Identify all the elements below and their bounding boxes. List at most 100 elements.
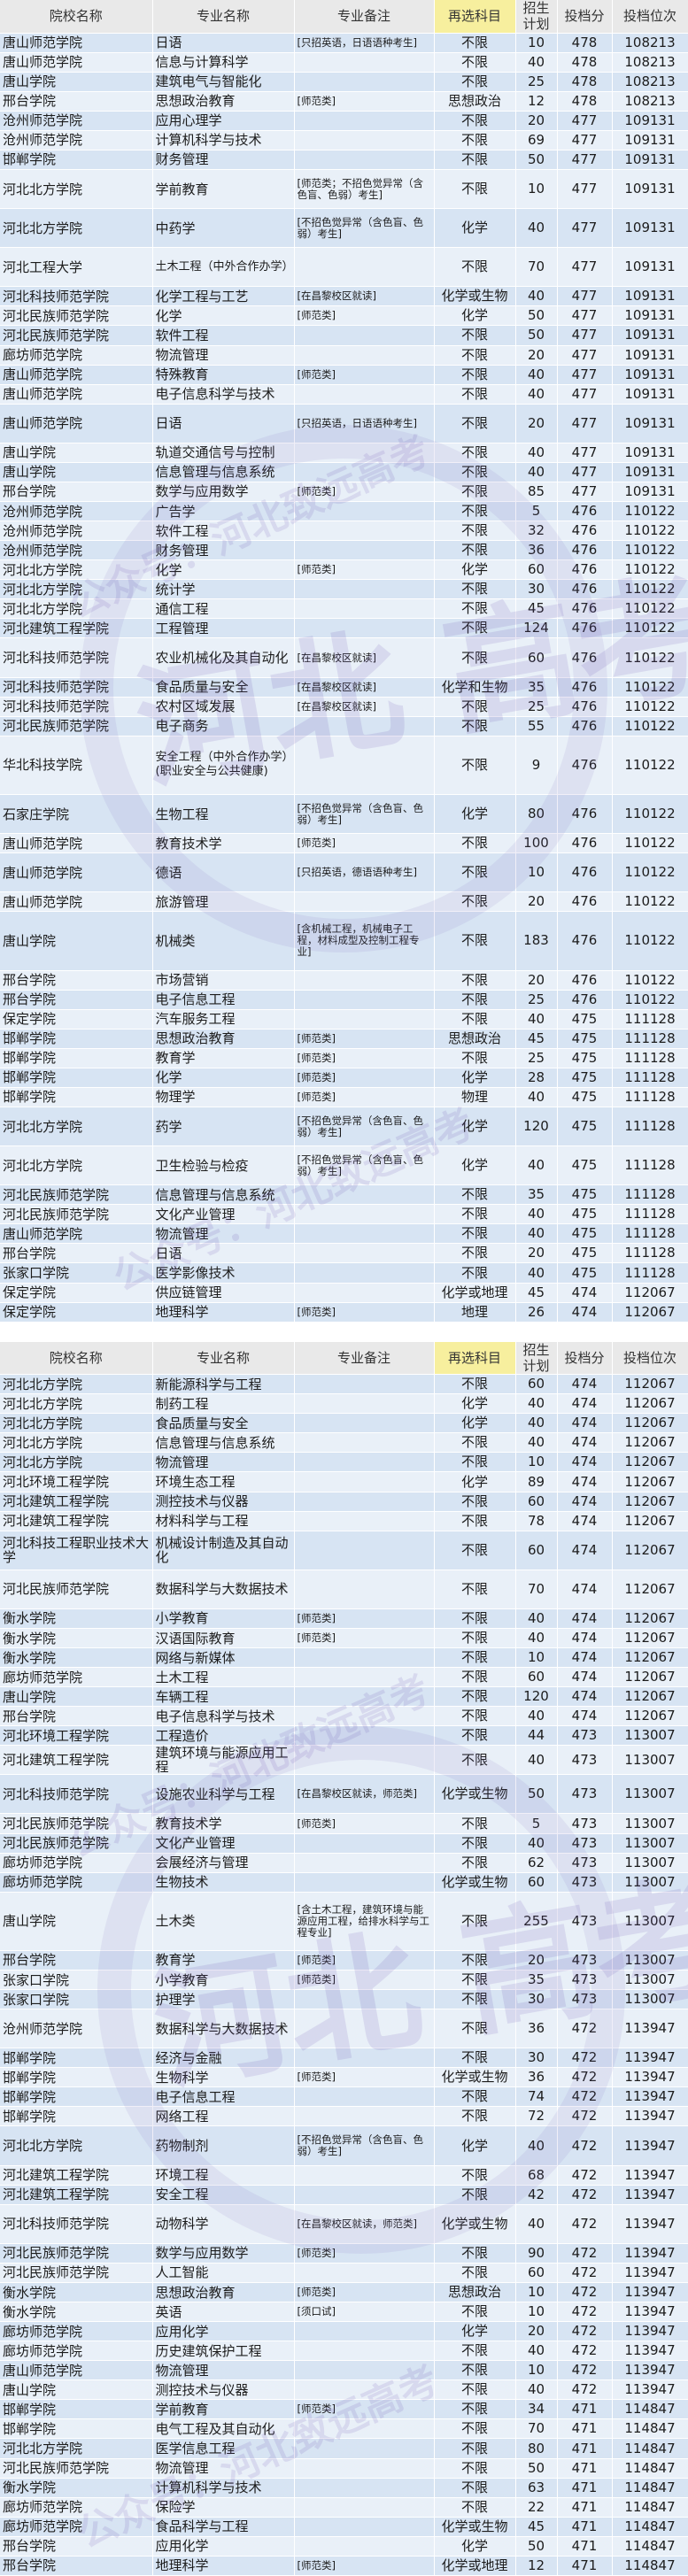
major-cell: 经济与金融 [152,2048,295,2069]
plan-cell: 40 [515,208,558,249]
table-row: 唐山师范学院 电子信息科学与技术 不限 40 477 109131 [0,384,688,405]
major-cell: 物流管理 [152,345,295,366]
note-cell [294,990,435,1010]
rank-cell: 109131 [612,305,688,327]
note-cell [294,247,435,288]
plan-cell: 34 [515,2399,558,2420]
major-cell: 应用化学 [152,2536,295,2557]
reselect-cell: 化学 [434,559,516,581]
reselect-cell: 化学 [434,1068,516,1088]
reselect-cell: 化学或生物 [434,2517,516,2537]
reselect-cell: 不限 [434,1628,516,1649]
major-cell: 保险学 [152,2497,295,2518]
plan-cell: 10 [515,852,558,893]
plan-cell: 78 [515,1511,558,1531]
school-cell: 邯郸学院 [0,2067,153,2088]
score-cell: 473 [557,1989,613,2010]
score-cell: 478 [557,72,613,92]
note-cell: [在昌黎校区就读] [294,637,435,678]
reselect-cell: 不限 [434,2478,516,2498]
reselect-cell: 化学 [434,2321,516,2342]
school-cell: 唐山学院 [0,2379,153,2401]
reselect-cell: 不限 [434,1511,516,1531]
reselect-cell: 思想政治 [434,91,516,112]
reselect-cell: 化学 [434,1145,516,1186]
score-cell: 474 [557,1452,613,1473]
rank-cell: 113007 [612,1989,688,2010]
plan-cell: 40 [515,1145,558,1186]
rank-cell: 110122 [612,618,688,639]
reselect-cell: 不限 [434,482,516,503]
rank-cell: 113947 [612,2379,688,2401]
school-cell: 河北北方学院 [0,579,153,600]
major-cell: 制药工程 [152,1393,295,1415]
score-cell: 476 [557,677,613,698]
score-cell: 471 [557,2556,613,2576]
reselect-cell: 不限 [434,1833,516,1854]
major-cell: 医学影像技术 [152,1262,295,1284]
plan-cell: 36 [515,2067,558,2088]
major-cell: 地理科学 [152,2556,295,2576]
rank-cell: 113947 [612,2125,688,2166]
rank-cell: 112067 [612,1686,688,1708]
major-cell: 安全工程（中外合作办学）(职业安全与公共健康) [152,736,295,795]
school-cell: 邢台学院 [0,2536,153,2557]
school-cell: 邢台学院 [0,1243,153,1264]
school-cell: 邢台学院 [0,1950,153,1971]
plan-cell: 50 [515,150,558,170]
major-cell: 农村区域发展 [152,697,295,717]
plan-cell: 40 [515,2204,558,2244]
major-cell: 电子信息工程 [152,990,295,1010]
major-cell: 工程造价 [152,1725,295,1747]
school-cell: 唐山师范学院 [0,52,153,73]
major-cell: 财务管理 [152,150,295,170]
rank-cell: 113947 [612,2243,688,2264]
reselect-cell: 化学或生物 [434,1774,516,1815]
table-row: 河北北方学院 新能源科学与工程 不限 60 474 112067 [0,1374,688,1395]
plan-cell: 60 [515,1531,558,1570]
score-cell: 477 [557,384,613,405]
header-note: 专业备注 [294,0,435,34]
major-cell: 思想政治教育 [152,2282,295,2303]
major-cell: 供应链管理 [152,1283,295,1303]
plan-cell: 120 [515,1686,558,1708]
school-cell: 保定学院 [0,1009,153,1030]
plan-cell: 35 [515,1184,558,1206]
major-cell: 化学 [152,305,295,327]
rank-cell: 114847 [612,2418,688,2440]
header-plan: 招生计划 [515,0,558,34]
reselect-cell: 不限 [434,1184,516,1206]
reselect-cell: 不限 [434,2086,516,2108]
table-row: 廊坊师范学院 会展经济与管理 不限 62 473 113007 [0,1853,688,1873]
rank-cell: 108213 [612,91,688,112]
score-cell: 476 [557,501,613,522]
note-cell [294,1262,435,1284]
plan-cell: 20 [515,1950,558,1971]
rank-cell: 113007 [612,1774,688,1815]
score-cell: 474 [557,1608,613,1629]
note-cell [294,501,435,522]
major-cell: 生物科学 [152,2067,295,2088]
major-cell: 卫生检验与检疫 [152,1145,295,1186]
note-cell: [师范类] [294,91,435,112]
major-cell: 食品科学与工程 [152,2517,295,2537]
plan-cell: 36 [515,2009,558,2049]
score-cell: 474 [557,1511,613,1531]
score-cell: 476 [557,716,613,737]
reselect-cell: 不限 [434,1686,516,1708]
table-row: 邯郸学院 化学 [师范类] 化学 28 475 111128 [0,1068,688,1088]
major-cell: 电子信息工程 [152,2086,295,2108]
school-cell: 邯郸学院 [0,1068,153,1088]
note-cell: [师范类] [294,305,435,327]
rank-cell: 113007 [612,1745,688,1776]
major-cell: 信息与计算科学 [152,52,295,73]
reselect-cell: 不限 [434,501,516,522]
plan-cell: 50 [515,1774,558,1815]
rank-cell: 114847 [612,2556,688,2576]
plan-cell: 22 [515,2497,558,2518]
rank-cell: 113007 [612,1872,688,1893]
reselect-cell: 不限 [434,1204,516,1225]
major-cell: 物流管理 [152,1452,295,1473]
score-cell: 472 [557,2165,613,2186]
school-cell: 邯郸学院 [0,2048,153,2069]
